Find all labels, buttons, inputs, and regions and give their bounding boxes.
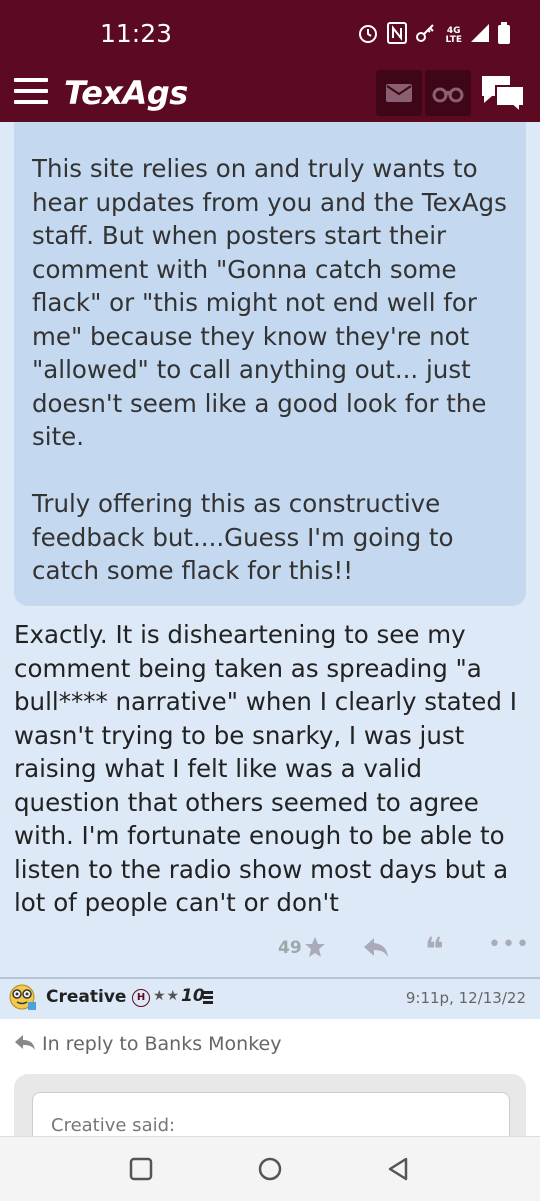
status-bar: 11:23 4G LTE	[0, 0, 540, 66]
post-timestamp: 9:11p, 12/13/22	[405, 989, 526, 1007]
like-count: 49	[278, 938, 302, 958]
menu-icon[interactable]	[14, 78, 48, 104]
home-button[interactable]	[257, 1156, 283, 1186]
battery-icon	[498, 22, 510, 50]
more-options-icon[interactable]: •••	[488, 932, 530, 957]
back-button[interactable]	[386, 1156, 410, 1186]
rank-lines-icon	[203, 990, 213, 1009]
quoted-post-text: This site relies on and truly wants to h…	[32, 154, 507, 585]
status-icons: 4G LTE	[357, 22, 510, 50]
quote-author-label: Creative said:	[51, 1115, 176, 1136]
rating-stars: ★★	[153, 988, 181, 1004]
post-actions: 49 ❝ •••	[0, 930, 540, 966]
nfc-icon	[387, 22, 408, 50]
reply-to-text: In reply to Banks Monkey	[42, 1033, 282, 1055]
key-icon	[415, 22, 437, 50]
reply-icon[interactable]	[362, 936, 390, 962]
network-label: 4G LTE	[445, 26, 462, 45]
star-icon[interactable]	[303, 935, 327, 963]
mail-icon[interactable]	[376, 70, 422, 116]
system-nav-bar	[0, 1136, 540, 1201]
post-header: Creative H ★★ 10 9:11p, 12/13/22	[0, 979, 540, 1019]
signal-icon	[470, 23, 490, 49]
recents-button[interactable]	[129, 1157, 153, 1185]
status-time: 11:23	[100, 19, 173, 48]
user-avatar[interactable]	[8, 982, 38, 1012]
app-header: TexAgs	[0, 66, 540, 122]
chat-icon[interactable]	[480, 74, 526, 116]
next-post-body: In reply to Banks Monkey Creative said:	[0, 1019, 540, 1154]
member-badge: H	[132, 989, 150, 1007]
rank-badge: 10	[181, 986, 205, 1006]
reply-arrow-icon	[14, 1033, 36, 1055]
post-body: Exactly. It is disheartening to see my c…	[14, 620, 517, 917]
quote-icon[interactable]: ❝	[425, 933, 444, 965]
reply-to-link[interactable]: In reply to Banks Monkey	[14, 1033, 282, 1055]
site-logo[interactable]: TexAgs	[64, 74, 188, 112]
quoted-post: This site relies on and truly wants to h…	[14, 122, 526, 606]
username[interactable]: Creative	[46, 987, 126, 1007]
binoculars-icon[interactable]	[425, 70, 471, 116]
alarm-icon	[357, 22, 379, 50]
